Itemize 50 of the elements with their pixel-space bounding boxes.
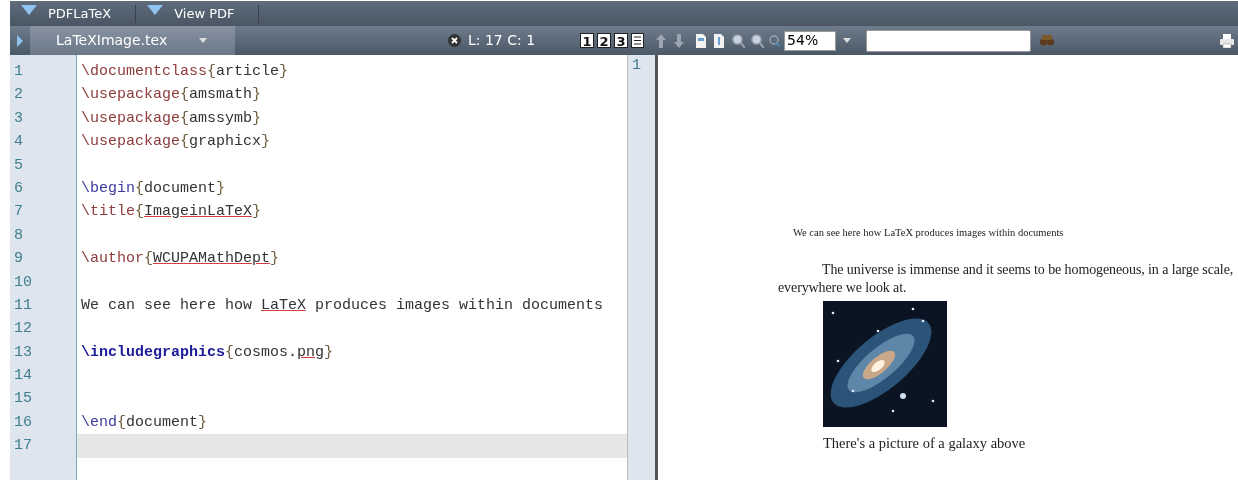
code-line: We can see here how LaTeX produces images within documents xyxy=(80,295,605,316)
line-number: 8 xyxy=(13,225,24,246)
code-line: \end{document} xyxy=(80,412,209,433)
caret-icon xyxy=(199,38,207,43)
file-tab[interactable]: LaTeXImage.tex xyxy=(30,26,235,55)
paragraph: The universe is immense and it seems to be homogeneous, in a large scale, everywhere we look at. xyxy=(778,260,1235,297)
code-line: \usepackage{amssymb} xyxy=(80,108,263,129)
code-line: \documentclass{article} xyxy=(80,62,290,82)
down-arrow-icon[interactable] xyxy=(674,33,685,48)
page-icon[interactable] xyxy=(714,33,725,48)
code-line: \title{ImageinLaTeX} xyxy=(80,202,263,223)
line-number: 2 xyxy=(13,85,24,106)
line-number: 17 xyxy=(13,436,33,457)
toolbar-button[interactable]: View PDF xyxy=(164,4,260,23)
up-arrow-icon[interactable] xyxy=(656,33,667,48)
line-number: 1 xyxy=(13,62,24,82)
page-number: 1 xyxy=(632,56,642,76)
line-number: 9 xyxy=(13,249,24,270)
code-line: \begin{document} xyxy=(80,178,227,199)
line-number: 12 xyxy=(13,319,33,340)
expand-arrow-icon[interactable] xyxy=(16,33,24,48)
toolbar-button[interactable]: PDFLaTeX xyxy=(38,4,137,23)
code-line: \includegraphics{cosmos.png} xyxy=(80,342,335,363)
document-title: We can see here how LaTeX produces images within documents xyxy=(793,226,1065,240)
line-number: 14 xyxy=(13,366,33,387)
line-number: 5 xyxy=(13,155,24,176)
code-line: \usepackage{amsmath} xyxy=(80,85,263,106)
code-line: \author{WCUPAMathDept} xyxy=(80,249,281,270)
caption: There's a picture of a galaxy above xyxy=(823,433,1027,453)
bookmark-button[interactable]: 3 xyxy=(614,33,629,48)
line-number: 6 xyxy=(13,178,24,199)
print-icon[interactable] xyxy=(1220,33,1234,48)
line-number: 7 xyxy=(13,202,24,223)
page-icon[interactable] xyxy=(696,33,707,48)
bookmark-button[interactable]: 2 xyxy=(597,33,612,48)
cursor-position: L: 17 C: 1 xyxy=(468,31,536,50)
close-icon[interactable] xyxy=(448,34,461,47)
line-number: 13 xyxy=(13,342,33,363)
line-number: 3 xyxy=(13,108,24,129)
line-number: 16 xyxy=(13,412,33,433)
line-number: 4 xyxy=(13,132,24,153)
line-number: 10 xyxy=(13,272,33,293)
line-number: 15 xyxy=(13,389,33,410)
search-field[interactable] xyxy=(866,29,1032,52)
code-line: \usepackage{graphicx} xyxy=(80,132,272,153)
bookmark-button[interactable]: 1 xyxy=(580,33,595,48)
list-icon[interactable] xyxy=(631,33,645,48)
caret-icon[interactable] xyxy=(843,38,852,43)
zoom-field[interactable]: 54% xyxy=(784,30,837,51)
line-number: 11 xyxy=(13,295,33,316)
